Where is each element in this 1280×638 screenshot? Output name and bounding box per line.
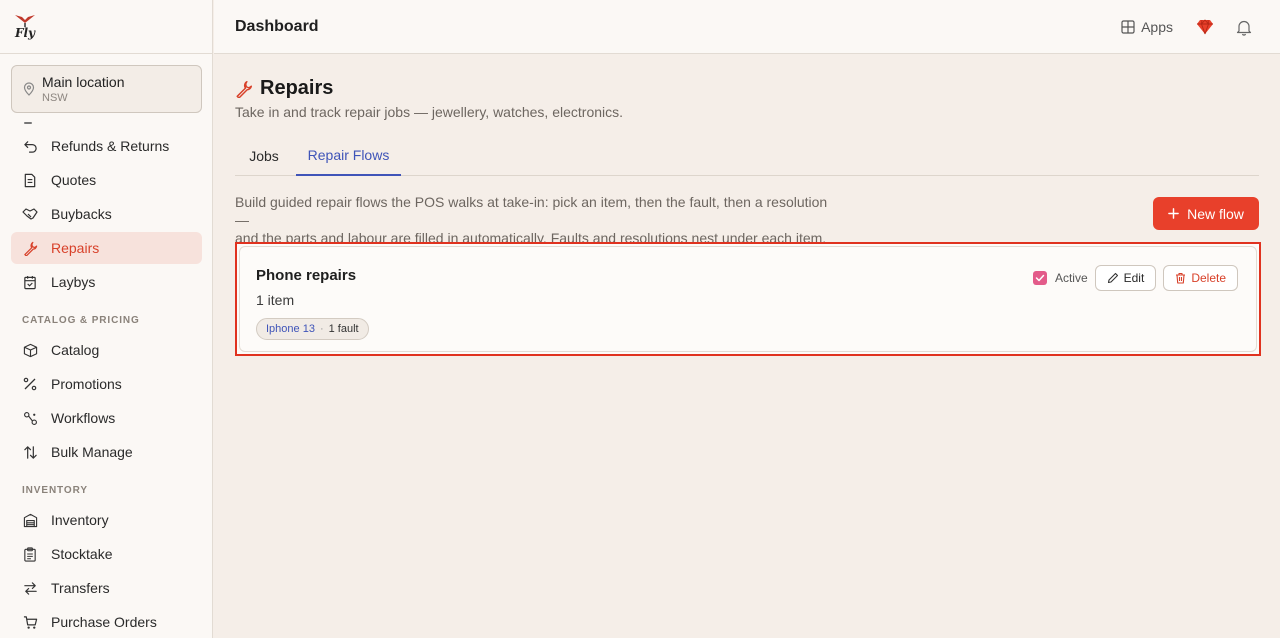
- page-title: Repairs: [260, 77, 334, 99]
- new-flow-label: New flow: [1187, 205, 1244, 222]
- chip-fault-count: 1 fault: [328, 323, 359, 335]
- calendar-icon: [22, 274, 38, 290]
- handshake-icon: [22, 206, 38, 222]
- trash-icon: [1176, 272, 1186, 284]
- sidebar-item-label: Refunds & Returns: [51, 138, 170, 154]
- warehouse-icon: [22, 512, 38, 528]
- bell-icon[interactable]: [1236, 19, 1252, 36]
- sort-arrows-icon: [22, 444, 38, 460]
- grid-icon: [1121, 20, 1135, 34]
- flow-card-inner: Phone repairs 1 item Iphone 13 · 1 fault…: [239, 246, 1257, 352]
- flow-card: Phone repairs 1 item Iphone 13 · 1 fault…: [235, 242, 1261, 356]
- description-line: Build guided repair flows the POS walks …: [235, 194, 828, 228]
- sidebar-item-label: Inventory: [51, 512, 109, 528]
- sidebar-item-label: Laybys: [51, 274, 96, 290]
- pencil-icon: [1107, 272, 1118, 284]
- header-actions: Apps: [1121, 0, 1252, 54]
- location-name: Main location: [42, 73, 125, 90]
- undo-icon: [22, 138, 38, 154]
- sidebar-item-label: Buybacks: [51, 206, 112, 222]
- box-icon: [22, 342, 38, 358]
- sidebar-item-bulk-manage[interactable]: Bulk Manage: [11, 436, 202, 468]
- apps-label: Apps: [1141, 19, 1173, 35]
- plus-icon: [1168, 208, 1179, 219]
- sidebar-item-workflows[interactable]: Workflows: [11, 402, 202, 434]
- edit-label: Edit: [1123, 271, 1145, 285]
- sidebar-item-label: Transfers: [51, 580, 110, 596]
- sidebar-section-catalog: CATALOG & PRICING: [22, 314, 140, 326]
- page-title-row: Repairs: [235, 77, 333, 100]
- wrench-icon: [236, 80, 253, 98]
- delete-button[interactable]: Delete: [1163, 265, 1238, 291]
- wrench-icon: [22, 240, 38, 256]
- flows-description: Build guided repair flows the POS walks …: [235, 193, 835, 247]
- edit-button[interactable]: Edit: [1094, 265, 1157, 291]
- tab-bar: Jobs Repair Flows: [235, 136, 1259, 176]
- sidebar-item-label: Purchase Orders: [51, 614, 157, 630]
- sidebar-item-label: Catalog: [51, 342, 100, 358]
- delete-label: Delete: [1191, 271, 1226, 285]
- sidebar-item-label: Bulk Manage: [51, 444, 133, 460]
- tab-jobs[interactable]: Jobs: [235, 136, 293, 176]
- page-subtitle: Take in and track repair jobs — jeweller…: [235, 104, 624, 120]
- document-icon: [22, 172, 38, 188]
- apps-button[interactable]: Apps: [1121, 19, 1173, 35]
- sidebar-nav: Refunds & Returns Quotes Buybacks Repair…: [11, 118, 202, 638]
- sidebar-item-laybys[interactable]: Laybys: [11, 266, 202, 298]
- flow-card-actions: Active Edit Delete: [1032, 265, 1238, 291]
- sidebar-item-quotes[interactable]: Quotes: [11, 164, 202, 196]
- sidebar-item-inventory[interactable]: Inventory: [11, 504, 202, 536]
- sidebar-item-stocktake[interactable]: Stocktake: [11, 538, 202, 570]
- active-checkbox[interactable]: [1032, 271, 1047, 285]
- sidebar-item-catalog[interactable]: Catalog: [11, 334, 202, 366]
- sidebar-item-label: Workflows: [51, 410, 116, 426]
- workflow-icon: [22, 410, 38, 426]
- sidebar-item-label: Stocktake: [51, 546, 113, 562]
- percent-icon: [22, 376, 38, 392]
- tab-repair-flows[interactable]: Repair Flows: [296, 136, 401, 176]
- sidebar: Fly Main location NSW Refunds & Returns …: [0, 0, 213, 638]
- map-pin-icon: [23, 82, 35, 96]
- transfer-icon: [22, 580, 38, 596]
- logo-area: Fly: [0, 0, 212, 54]
- sidebar-item-label: Promotions: [51, 376, 122, 392]
- cart-icon: [22, 614, 38, 630]
- logo-text: Fly: [14, 26, 36, 40]
- flow-item-chip[interactable]: Iphone 13 · 1 fault: [256, 318, 369, 340]
- flow-item-count: 1 item: [256, 292, 295, 308]
- location-text: Main location NSW: [42, 74, 125, 105]
- sidebar-item-promotions[interactable]: Promotions: [11, 368, 202, 400]
- chip-separator: ·: [319, 323, 324, 335]
- sidebar-item-transfers[interactable]: Transfers: [11, 572, 202, 604]
- new-flow-button[interactable]: New flow: [1153, 197, 1259, 230]
- flow-title: Phone repairs: [256, 267, 357, 284]
- check-icon: [1035, 274, 1045, 282]
- sidebar-item-refunds-returns[interactable]: Refunds & Returns: [11, 130, 202, 162]
- sidebar-item-repairs[interactable]: Repairs: [11, 232, 202, 264]
- sidebar-item-buybacks[interactable]: Buybacks: [11, 198, 202, 230]
- sidebar-item-label: Repairs: [51, 240, 100, 256]
- location-state: NSW: [42, 91, 68, 104]
- clipboard-icon: [22, 546, 38, 562]
- sidebar-item-label: Quotes: [51, 172, 97, 188]
- gem-icon[interactable]: [1196, 19, 1214, 35]
- app-logo[interactable]: Fly: [13, 14, 37, 39]
- sidebar-scroll-remnant: [11, 118, 202, 130]
- chip-item-name: Iphone 13: [266, 323, 315, 335]
- top-header: Dashboard Apps: [214, 0, 1280, 54]
- header-title: Dashboard: [235, 17, 319, 35]
- location-selector[interactable]: Main location NSW: [11, 65, 202, 113]
- active-label: Active: [1054, 271, 1088, 285]
- sidebar-item-purchase-orders[interactable]: Purchase Orders: [11, 606, 202, 638]
- sidebar-section-inventory: INVENTORY: [22, 484, 88, 496]
